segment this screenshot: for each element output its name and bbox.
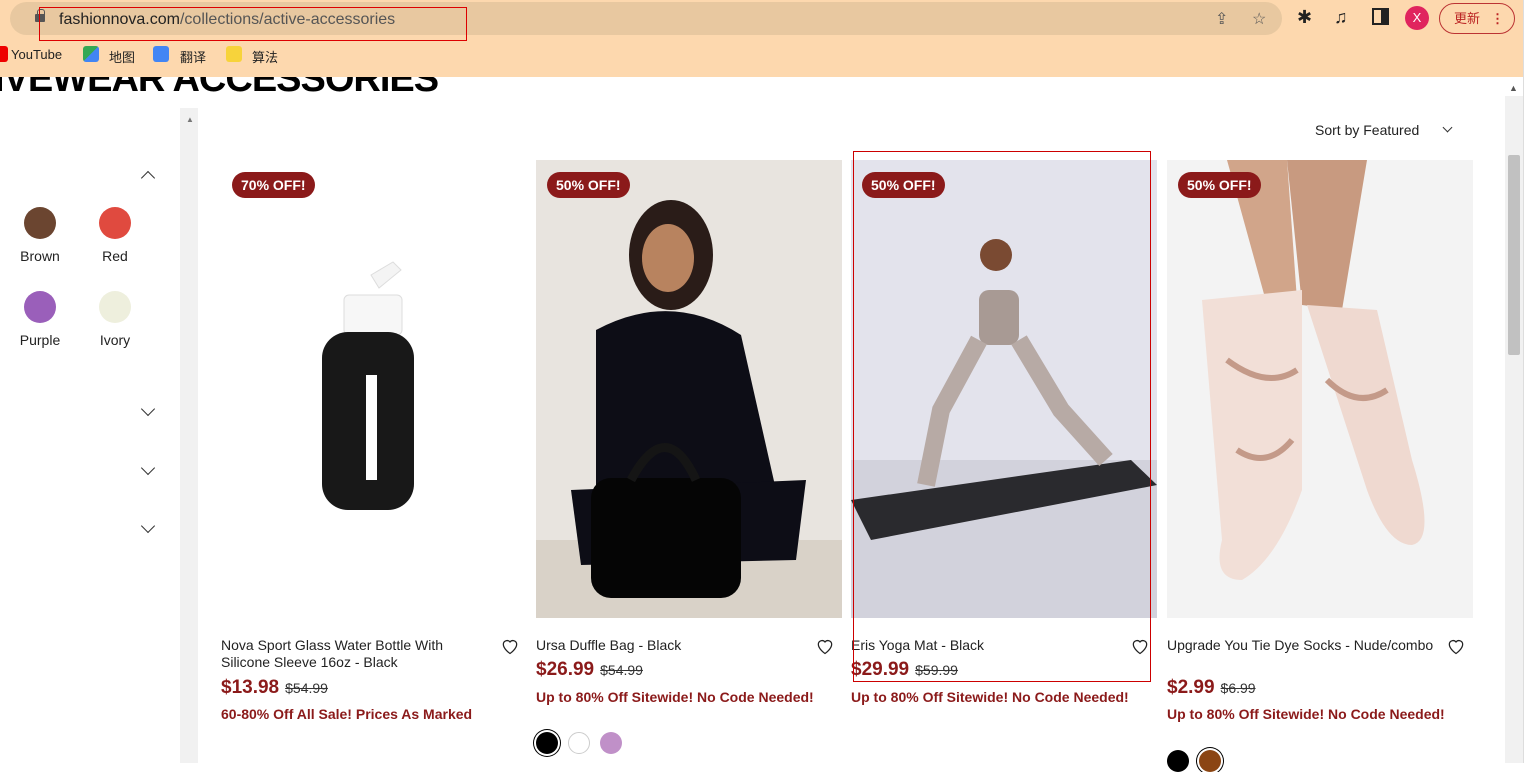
chevron-down-icon[interactable] [140, 401, 156, 417]
product-card[interactable]: 70% OFF! Nova Sport Glass Water Bottle W… [221, 160, 527, 722]
youtube-icon [0, 46, 8, 62]
url-highlight-box [39, 7, 467, 41]
product-image[interactable]: 50% OFF! [536, 160, 842, 618]
water-bottle-image [322, 261, 414, 510]
window-edge [1523, 0, 1535, 763]
price-row: $26.99 $54.99 [536, 659, 643, 681]
star-icon[interactable]: ☆ [1252, 12, 1266, 28]
extensions-icon[interactable]: ✱ [1297, 8, 1312, 26]
folder-icon [226, 46, 242, 62]
bookmark-translate[interactable]: 翻译 [180, 47, 206, 66]
maps-icon [83, 46, 99, 62]
color-label-ivory[interactable]: Ivory [75, 332, 155, 348]
promo-text: Up to 80% Off Sitewide! No Code Needed! [536, 689, 814, 705]
color-label-purple[interactable]: Purple [0, 332, 80, 348]
color-swatch-purple[interactable] [24, 291, 56, 323]
discount-badge: 70% OFF! [232, 172, 315, 198]
chevron-down-icon[interactable] [140, 460, 156, 476]
color-swatch-red[interactable] [99, 207, 131, 239]
discount-badge: 50% OFF! [547, 172, 630, 198]
swatch-black[interactable] [1167, 750, 1189, 772]
promo-text: Up to 80% Off Sitewide! No Code Needed! [851, 689, 1129, 705]
color-label-red[interactable]: Red [75, 248, 155, 264]
side-panel-icon[interactable] [1372, 8, 1389, 28]
yoga-mat-model-image [851, 160, 1157, 618]
product-image[interactable]: 50% OFF! [1167, 160, 1473, 618]
color-swatch-ivory[interactable] [99, 291, 131, 323]
color-swatch-brown[interactable] [24, 207, 56, 239]
product-name[interactable]: Eris Yoga Mat - Black [851, 637, 1121, 654]
heart-icon[interactable] [500, 636, 520, 656]
sort-chevron-icon[interactable] [1442, 122, 1453, 133]
update-button[interactable]: 更新 ⋮ [1439, 3, 1515, 34]
swatch-white[interactable] [568, 732, 590, 754]
duffle-bag-model-image [536, 160, 842, 618]
sale-price: $13.98 [221, 677, 280, 698]
profile-avatar[interactable]: X [1405, 6, 1429, 30]
promo-text: Up to 80% Off Sitewide! No Code Needed! [1167, 706, 1445, 722]
scroll-up-arrow-icon[interactable]: ▲ [186, 115, 194, 124]
product-card[interactable]: 50% OFF! Eris Yoga Mat - Black $29.99 $59… [851, 160, 1157, 705]
promo-text: 60-80% Off All Sale! Prices As Marked [221, 706, 473, 722]
discount-badge: 50% OFF! [1178, 172, 1261, 198]
original-price: $6.99 [1220, 680, 1256, 696]
product-image[interactable]: 70% OFF! [221, 160, 527, 618]
product-name[interactable]: Nova Sport Glass Water Bottle With Silic… [221, 637, 491, 671]
page-scrollbar-thumb[interactable] [1508, 155, 1520, 355]
sale-price: $26.99 [536, 659, 595, 680]
chevron-up-icon[interactable] [140, 170, 156, 186]
product-name[interactable]: Upgrade You Tie Dye Socks - Nude/combo [1167, 637, 1437, 654]
share-icon[interactable]: ⇪ [1215, 12, 1228, 28]
product-name[interactable]: Ursa Duffle Bag - Black [536, 637, 806, 654]
product-card[interactable]: 50% OFF! Upgrade You Tie Dye Socks - Nud… [1167, 160, 1473, 772]
scroll-up-arrow-icon[interactable]: ▲ [1509, 83, 1518, 93]
bookmark-maps[interactable]: 地图 [109, 47, 135, 66]
product-card[interactable]: 50% OFF! Ursa Duffle Bag - Black $26.99 $… [536, 160, 842, 754]
swatch-lavender[interactable] [600, 732, 622, 754]
heart-icon[interactable] [815, 636, 835, 656]
sidebar-scrollbar[interactable] [180, 108, 198, 763]
media-control-icon[interactable]: ♫ [1334, 8, 1348, 26]
product-image[interactable]: 50% OFF! [851, 160, 1157, 618]
menu-dots-icon[interactable]: ⋮ [1491, 4, 1504, 33]
chevron-down-icon[interactable] [140, 518, 156, 534]
swatch-brown[interactable] [1199, 750, 1221, 772]
translate-icon [153, 46, 169, 62]
color-label-brown[interactable]: Brown [0, 248, 80, 264]
sale-price: $29.99 [851, 659, 910, 680]
sort-dropdown[interactable]: Sort by Featured [1315, 122, 1419, 138]
heart-icon[interactable] [1446, 636, 1466, 656]
original-price: $59.99 [915, 662, 958, 678]
discount-badge: 50% OFF! [862, 172, 945, 198]
price-row: $13.98 $54.99 [221, 677, 328, 699]
price-row: $2.99 $6.99 [1167, 677, 1256, 699]
bookmark-youtube[interactable]: YouTube [11, 47, 62, 62]
original-price: $54.99 [285, 680, 328, 696]
sale-price: $2.99 [1167, 677, 1215, 698]
original-price: $54.99 [600, 662, 643, 678]
tie-dye-socks-image [1167, 160, 1473, 618]
browser-toolbar: fashionnova.com/collections/active-acces… [0, 0, 1523, 77]
heart-icon[interactable] [1130, 636, 1150, 656]
bookmark-algorithms[interactable]: 算法 [252, 47, 278, 66]
swatch-black[interactable] [536, 732, 558, 754]
price-row: $29.99 $59.99 [851, 659, 958, 681]
